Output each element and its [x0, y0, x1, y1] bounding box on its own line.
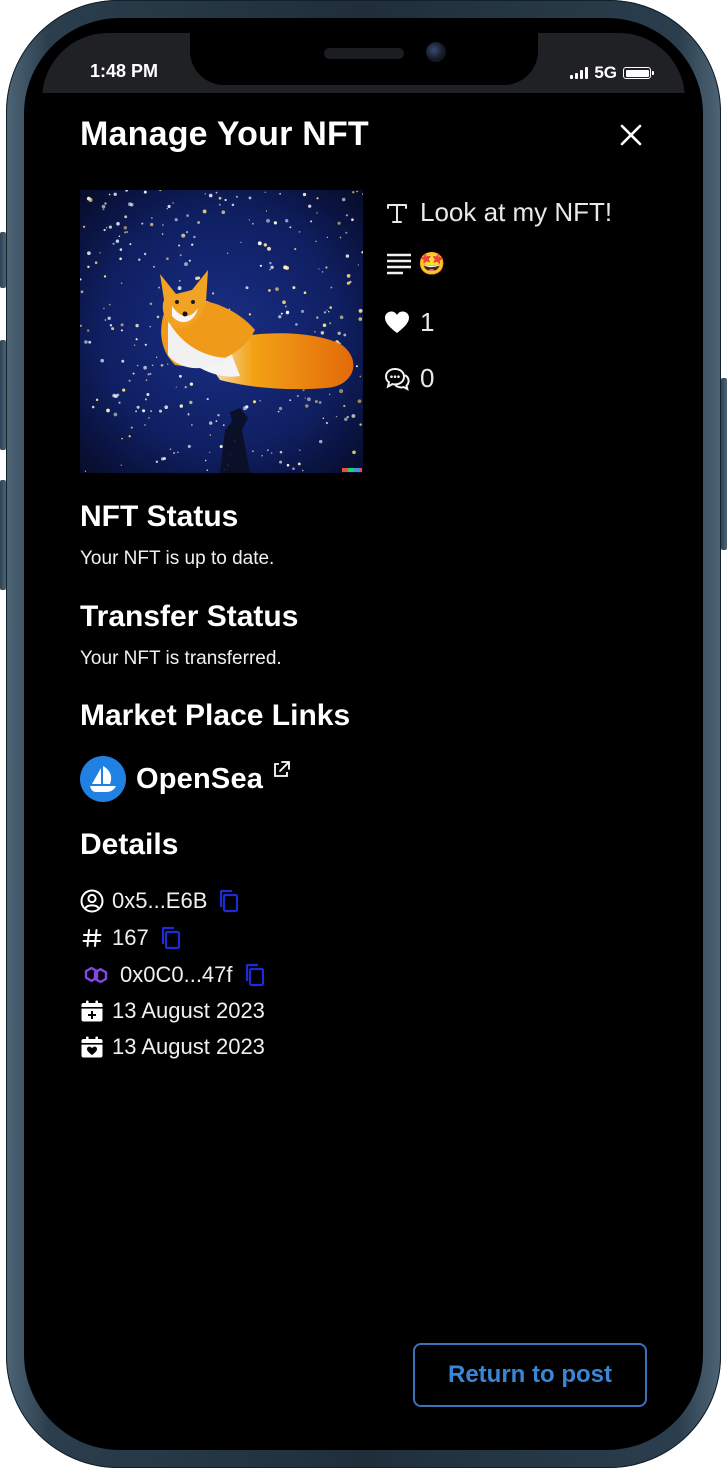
status-time: 1:48 PM [90, 61, 159, 81]
nft-likes-row[interactable]: 1 [384, 307, 434, 338]
text-title-icon [387, 203, 407, 223]
opensea-logo-icon [80, 756, 126, 802]
token-id: 167 [112, 925, 149, 950]
description-emoji: 🤩 [418, 251, 446, 276]
comments-count: 0 [420, 363, 435, 393]
manage-nft-screen: Manage Your NFT Look at my NFT! 🤩 1 0 NF… [42, 93, 685, 1438]
battery-full-icon [623, 67, 654, 79]
speaker-grille [324, 48, 404, 59]
copy-icon[interactable] [159, 926, 181, 950]
nft-image[interactable] [80, 190, 363, 473]
description-lines-icon [387, 253, 411, 275]
market-place-heading: Market Place Links [80, 699, 351, 732]
nft-description-row: 🤩 [384, 251, 445, 277]
updated-date: 13 August 2023 [112, 1034, 265, 1059]
nft-title: Look at my NFT! [420, 197, 613, 227]
created-date-row: 13 August 2023 [80, 998, 265, 1024]
status-indicators: 5G [570, 63, 654, 83]
page-title: Manage Your NFT [80, 115, 369, 153]
transfer-status-text: Your NFT is transferred. [80, 648, 282, 669]
likes-count: 1 [420, 307, 435, 337]
nft-status-text: Your NFT is up to date. [80, 548, 275, 569]
details-heading: Details [80, 828, 179, 861]
owner-address-row: 0x5...E6B [80, 888, 239, 914]
signal-bars-icon [570, 67, 589, 79]
phone-side-button [721, 378, 727, 550]
hash-icon [82, 929, 102, 947]
heart-icon [385, 311, 409, 333]
nft-comments-row[interactable]: 0 [384, 363, 434, 394]
front-camera [426, 42, 446, 62]
owner-address: 0x5...E6B [112, 888, 208, 913]
polygon-chain-icon [84, 966, 108, 984]
nft-title-row: Look at my NFT! [384, 197, 612, 228]
opensea-link[interactable]: OpenSea [80, 756, 291, 802]
calendar-heart-icon [81, 1036, 103, 1058]
phone-side-button [0, 232, 6, 288]
created-date: 13 August 2023 [112, 998, 265, 1023]
external-link-icon [274, 761, 291, 777]
user-circle-icon [80, 889, 104, 913]
network-label: 5G [594, 63, 617, 82]
copy-icon[interactable] [217, 889, 239, 913]
comment-bubbles-icon [384, 367, 410, 391]
nft-status-heading: NFT Status [80, 500, 239, 533]
updated-date-row: 13 August 2023 [80, 1034, 265, 1060]
notch [190, 33, 538, 85]
phone-side-button [0, 340, 6, 450]
phone-screen: 1:48 PM 5G Manage Your NFT Look at my NF… [42, 33, 685, 1438]
return-to-post-button[interactable]: Return to post [413, 1343, 647, 1407]
calendar-plus-icon [81, 1000, 103, 1022]
token-id-row: 167 [80, 925, 181, 951]
copy-icon[interactable] [243, 963, 265, 987]
contract-address: 0x0C0...47f [120, 962, 233, 987]
opensea-label: OpenSea [136, 762, 264, 795]
transfer-status-heading: Transfer Status [80, 600, 299, 633]
close-icon[interactable] [617, 121, 645, 149]
phone-side-button [0, 480, 6, 590]
contract-address-row: 0x0C0...47f [80, 962, 265, 988]
